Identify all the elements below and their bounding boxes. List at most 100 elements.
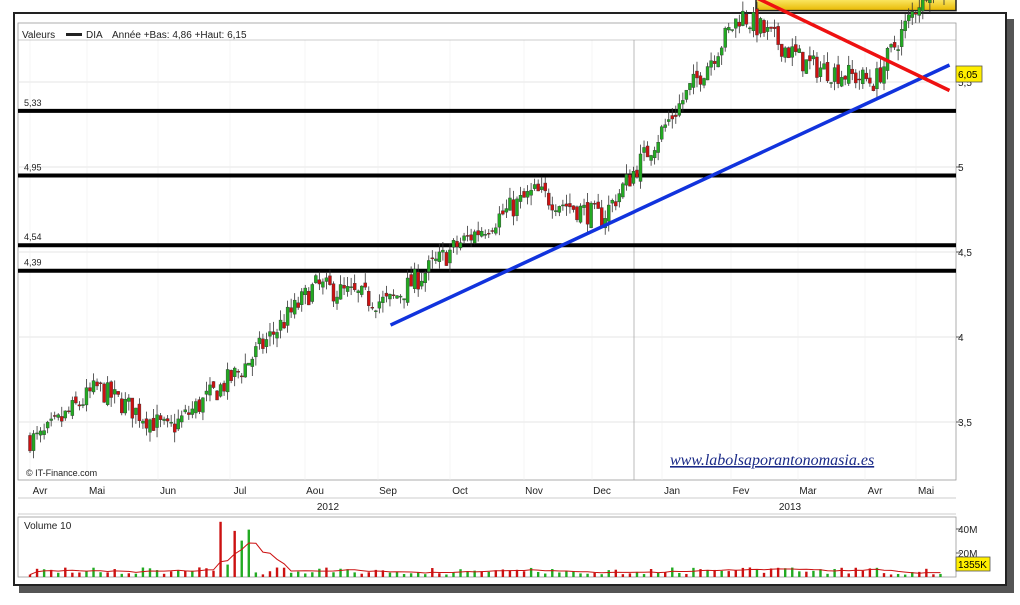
candle <box>590 201 593 228</box>
volume-bar <box>36 569 38 577</box>
volume-bar <box>862 571 864 577</box>
volume-bar <box>29 575 31 577</box>
volume-bar <box>763 573 765 577</box>
volume-bar <box>593 573 595 577</box>
volume-bar <box>78 572 80 577</box>
volume-bar <box>544 574 546 577</box>
x-tick-label: Mar <box>799 486 817 497</box>
candle <box>311 283 314 304</box>
volume-bar <box>64 568 66 577</box>
volume-bar <box>897 574 899 577</box>
candle <box>219 383 222 398</box>
volume-bar <box>99 572 101 577</box>
volume-bar <box>438 573 440 577</box>
volume-bar <box>219 522 221 577</box>
volume-bar <box>396 572 398 577</box>
volume-tick-label: 40M <box>958 525 977 536</box>
candle <box>787 47 790 58</box>
volume-bar <box>318 569 320 577</box>
candle <box>216 390 219 400</box>
volume-bar <box>784 568 786 577</box>
chart-svg: 5,334,954,544,39 Valeurs DIA Année +Bas:… <box>0 0 1020 600</box>
volume-bar <box>488 572 490 577</box>
volume-bar <box>403 574 405 577</box>
volume-bar <box>466 571 468 577</box>
price-plot-area <box>18 23 956 480</box>
volume-bar <box>918 572 920 577</box>
volume-bar <box>177 571 179 577</box>
volume-bar <box>600 574 602 577</box>
volume-bar <box>657 573 659 577</box>
x-tick-label: Mai <box>89 486 105 497</box>
chart-window: 5,334,954,544,39 Valeurs DIA Année +Bas:… <box>0 0 1020 600</box>
volume-bar <box>198 567 200 577</box>
volume-bar <box>269 571 271 577</box>
candle <box>741 2 744 27</box>
volume-bar <box>248 530 250 577</box>
volume-bar <box>798 571 800 577</box>
x-tick-label: Avr <box>868 486 883 497</box>
candle <box>579 203 582 223</box>
watermark-link[interactable]: www.labolsaporantonomasia.es <box>670 452 874 469</box>
volume-bar <box>664 572 666 577</box>
volume-bar <box>163 574 165 577</box>
volume-title: Volume 10 <box>24 521 72 532</box>
volume-bar <box>262 574 264 577</box>
volume-bar <box>361 574 363 577</box>
volume-bar <box>742 568 744 577</box>
volume-bar <box>290 573 292 577</box>
x-tick-label: Oct <box>452 486 468 497</box>
y-tick-label: 4,5 <box>958 248 972 259</box>
volume-bar <box>424 574 426 577</box>
x-tick-label: Sep <box>379 486 397 497</box>
volume-bar <box>325 568 327 577</box>
header-ticker: DIA <box>86 30 103 41</box>
volume-bar <box>883 573 885 577</box>
volume-bar <box>671 568 673 577</box>
volume-bar <box>113 569 115 577</box>
volume-bar <box>932 574 934 577</box>
volume-bar <box>410 573 412 577</box>
volume-bar <box>939 574 941 577</box>
volume-last-label: 1355K <box>958 560 987 571</box>
x-tick-label: Fev <box>733 486 750 497</box>
volume-bar <box>121 574 123 577</box>
x-tick-label: Dec <box>593 486 611 497</box>
volume-bar <box>304 573 306 577</box>
candle <box>621 182 624 199</box>
x-tick-label: Avr <box>33 486 48 497</box>
volume-bar <box>678 573 680 577</box>
volume-bar <box>135 574 137 577</box>
x-tick-label: Jan <box>664 486 680 497</box>
volume-bar <box>720 571 722 577</box>
volume-bar <box>128 573 130 577</box>
volume-bar <box>283 568 285 577</box>
volume-bar <box>890 574 892 577</box>
level-label: 4,95 <box>24 163 42 173</box>
volume-bar <box>848 573 850 577</box>
candle <box>805 60 808 74</box>
volume-bar <box>749 567 751 577</box>
x-tick-label: Nov <box>525 486 543 497</box>
volume-bar <box>226 565 228 577</box>
volume-bar <box>368 572 370 577</box>
volume-bar <box>805 572 807 577</box>
volume-bar <box>826 574 828 577</box>
volume-bar <box>332 572 334 577</box>
volume-bar <box>452 573 454 577</box>
volume-bar <box>509 570 511 577</box>
volume-bar <box>353 572 355 577</box>
volume-bar <box>537 572 539 577</box>
volume-bar <box>57 573 59 577</box>
volume-bar <box>389 573 391 577</box>
volume-bar <box>833 569 835 577</box>
y-tick-label: 5 <box>958 163 964 174</box>
volume-plot-area <box>18 517 956 577</box>
volume-bar <box>692 568 694 577</box>
volume-bar <box>565 571 567 577</box>
volume-bar <box>735 570 737 577</box>
y-tick-label: 4 <box>958 333 964 344</box>
volume-bar <box>311 572 313 577</box>
x-tick-label: Jul <box>234 486 247 497</box>
volume-bar <box>106 572 108 577</box>
